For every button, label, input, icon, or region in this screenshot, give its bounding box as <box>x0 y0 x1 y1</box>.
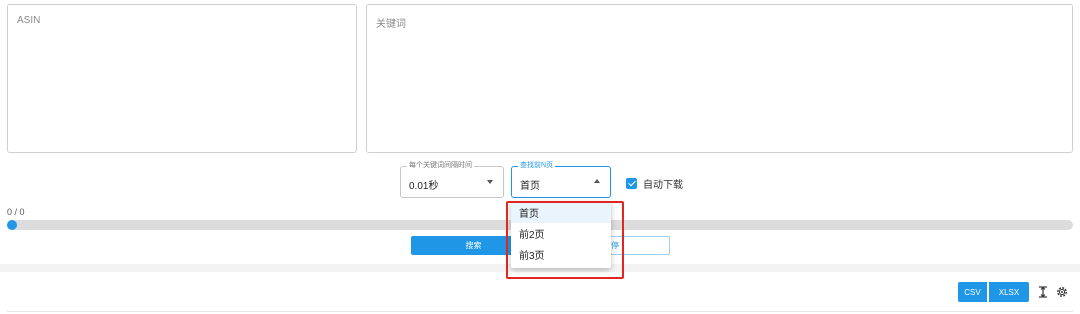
interval-label: 每个关键词间隔时间 <box>407 161 474 171</box>
chevron-up-icon <box>594 179 600 183</box>
auto-download-checkbox[interactable]: 自动下载 <box>626 176 683 191</box>
chevron-down-icon <box>487 180 493 184</box>
auto-download-label: 自动下载 <box>643 180 683 191</box>
table-header-divider <box>7 311 1073 312</box>
asin-placeholder: ASIN <box>17 15 41 26</box>
gear-icon[interactable] <box>1055 284 1069 300</box>
xlsx-export-button[interactable]: XLSX <box>989 282 1029 302</box>
stop-button-label: 停 <box>611 241 619 250</box>
progress-label: 0 / 0 <box>7 207 25 217</box>
pages-value: 首页 <box>520 181 540 192</box>
asin-textarea[interactable]: ASIN <box>7 4 357 153</box>
progress-knob[interactable] <box>7 220 17 230</box>
dropdown-option-first-3-pages[interactable]: 前3页 <box>511 244 611 265</box>
pages-label: 查找前N页 <box>518 161 556 171</box>
dropdown-option-first-page[interactable]: 首页 <box>511 202 611 223</box>
csv-export-button[interactable]: CSV <box>958 282 987 302</box>
dropdown-option-first-2-pages[interactable]: 前2页 <box>511 223 611 244</box>
keywords-placeholder: 关键词 <box>376 19 406 30</box>
pages-dropdown-menu: 首页 前2页 前3页 <box>511 202 611 268</box>
interval-value: 0.01秒 <box>409 181 439 192</box>
column-height-icon[interactable] <box>1036 284 1050 300</box>
pages-select[interactable]: 查找前N页 首页 <box>511 161 611 198</box>
checkbox-checked-icon[interactable] <box>626 178 637 189</box>
keywords-textarea[interactable]: 关键词 <box>366 4 1073 153</box>
interval-select[interactable]: 每个关键词间隔时间 0.01秒 <box>400 161 504 198</box>
